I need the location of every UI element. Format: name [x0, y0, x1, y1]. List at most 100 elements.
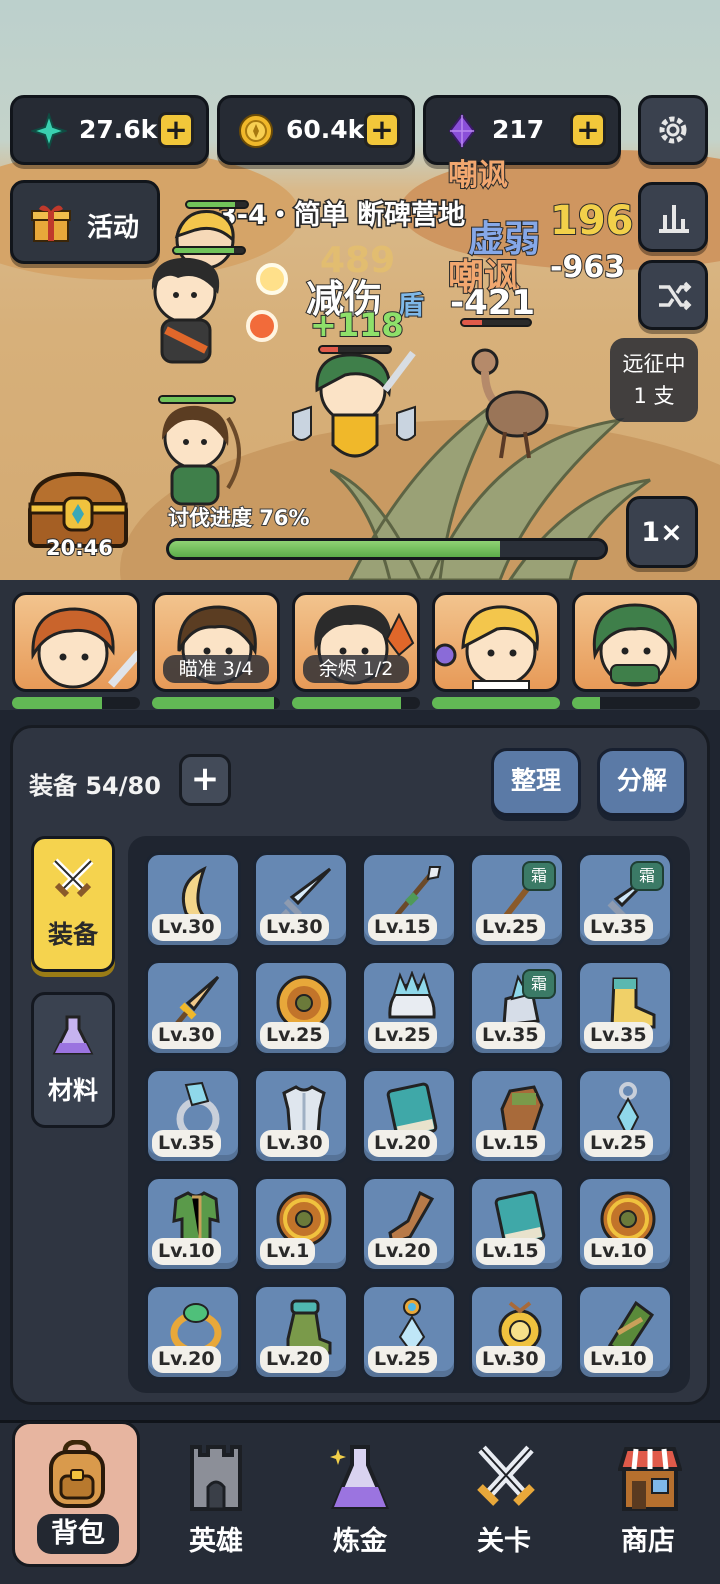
combat-text-damage: -421 — [449, 282, 536, 324]
equipment-slot[interactable]: Lv.1 — [253, 1176, 349, 1272]
nav-heroes-label: 英雄 — [189, 1526, 243, 1557]
item-level: Lv.15 — [476, 1130, 545, 1157]
nav-bag-label: 背包 — [37, 1514, 119, 1554]
item-level: Lv.35 — [584, 914, 653, 941]
equipment-slot[interactable]: Lv.20 — [253, 1284, 349, 1380]
item-level: Lv.10 — [584, 1238, 653, 1265]
equipment-slot[interactable]: Lv.35 霜 — [577, 852, 673, 948]
hero-sprite-fire-warrior[interactable] — [130, 250, 250, 370]
item-level: Lv.35 — [152, 1130, 221, 1157]
item-level: Lv.30 — [152, 914, 221, 941]
shop-storefront-icon — [618, 1447, 682, 1511]
auto-swap-button[interactable] — [638, 260, 708, 330]
hero-portrait-3[interactable]: 余烬 1/2 — [292, 592, 420, 692]
equipment-slot[interactable]: Lv.15 — [469, 1068, 565, 1164]
add-crystal-button[interactable]: + — [158, 112, 194, 148]
equipment-slot[interactable]: Lv.25 — [361, 1284, 457, 1380]
add-gem-button[interactable]: + — [570, 112, 606, 148]
tab-materials-label: 材料 — [47, 1076, 98, 1105]
combat-text-damage: 196 — [549, 197, 634, 245]
hero-face-blonde — [435, 605, 539, 689]
castle-tower-icon — [190, 1445, 242, 1511]
tab-equipment-label: 装备 — [47, 920, 98, 949]
stats-button[interactable] — [638, 182, 708, 252]
equipment-grid: Lv.30 Lv.30 Lv.15 Lv.25 霜 Lv.35 霜 Lv.30 Lv.25 Lv.… — [128, 836, 690, 1393]
combat-text-faded: 489 — [320, 240, 396, 281]
item-level: Lv.10 — [152, 1238, 221, 1265]
hero-portrait-4[interactable] — [432, 592, 560, 692]
equipment-count: 装备 54/80 — [29, 772, 161, 800]
equipment-slot[interactable]: Lv.30 — [469, 1284, 565, 1380]
nav-alchemy[interactable]: 炼金 — [288, 1423, 432, 1584]
stage-title: 3-4・简单 断碑营地 — [216, 199, 466, 233]
nav-shop-label: 商店 — [621, 1526, 675, 1557]
equipment-slot[interactable]: Lv.15 — [469, 1176, 565, 1272]
bar-chart-icon — [659, 205, 689, 233]
equipment-slot[interactable]: Lv.10 — [145, 1176, 241, 1272]
equipment-slot[interactable]: Lv.25 — [253, 960, 349, 1056]
equipment-slot[interactable]: Lv.15 — [361, 852, 457, 948]
hero-hp-bar — [432, 697, 560, 709]
party-roster: 瞄准 3/4 余烬 1/2 — [0, 580, 720, 710]
settings-button[interactable] — [638, 95, 708, 165]
equipment-slot[interactable]: Lv.30 — [253, 1068, 349, 1164]
salvage-button[interactable]: 分解 — [597, 748, 687, 816]
expedition-count: 1 支 — [633, 384, 675, 408]
equipment-slot[interactable]: Lv.35 霜 — [469, 960, 565, 1056]
nav-bag[interactable]: 背包 — [12, 1421, 140, 1567]
gift-icon — [31, 205, 71, 242]
frost-tag: 霜 — [522, 969, 556, 999]
equipment-slot[interactable]: Lv.30 — [145, 960, 241, 1056]
hero-portrait-5[interactable] — [572, 592, 700, 692]
hero-portrait-2[interactable]: 瞄准 3/4 — [152, 592, 280, 692]
nav-alchemy-label: 炼金 — [333, 1526, 387, 1557]
expedition-status[interactable]: 远征中 1 支 — [610, 338, 698, 422]
expand-capacity-button[interactable]: + — [179, 754, 231, 806]
item-level: Lv.20 — [368, 1238, 437, 1265]
equipment-slot[interactable]: Lv.30 — [253, 852, 349, 948]
gold-currency: 60.4k + — [217, 95, 415, 165]
equipment-slot[interactable]: Lv.25 — [577, 1068, 673, 1164]
nav-heroes[interactable]: 英雄 — [144, 1423, 288, 1584]
equipment-slot[interactable]: Lv.20 — [145, 1284, 241, 1380]
equipment-slot[interactable]: Lv.10 — [577, 1176, 673, 1272]
item-level: Lv.30 — [260, 914, 329, 941]
hero-hp-bar — [152, 697, 280, 709]
crystal-currency: 27.6k + — [10, 95, 209, 165]
alchemy-flask-icon — [330, 1445, 390, 1509]
hero-portrait-1[interactable] — [12, 592, 140, 692]
nav-stage[interactable]: 关卡 — [432, 1423, 576, 1584]
nav-shop[interactable]: 商店 — [576, 1423, 720, 1584]
item-level: Lv.20 — [368, 1130, 437, 1157]
frost-tag: 霜 — [630, 861, 664, 891]
backpack-icon — [49, 1440, 105, 1508]
sort-button[interactable]: 整理 — [491, 748, 581, 816]
hunt-progress-label: 讨伐进度 76% — [167, 505, 311, 531]
battle-scene: 27.6k + 60.4k + 217 + 活动 远征中 1 支 3-4・简单 … — [0, 0, 720, 580]
treasure-chest[interactable]: 20:46 — [24, 470, 134, 566]
equipment-slot[interactable]: Lv.25 霜 — [469, 852, 565, 948]
activity-label: 活动 — [87, 213, 140, 243]
inventory-panel: 装备 54/80 + 整理 分解 装备 材料 Lv.30 Lv.30 Lv.15 Lv… — [10, 725, 710, 1405]
item-level: Lv.25 — [476, 914, 545, 941]
tab-equipment[interactable]: 装备 — [31, 836, 115, 972]
hero-sprite-archer[interactable] — [140, 398, 250, 508]
equipment-slot[interactable]: Lv.25 — [361, 960, 457, 1056]
hero-sprite-shield-knight[interactable] — [285, 345, 425, 470]
equipment-slot[interactable]: Lv.35 — [577, 960, 673, 1056]
equipment-slot[interactable]: Lv.10 — [577, 1284, 673, 1380]
item-level: Lv.15 — [476, 1238, 545, 1265]
equipment-slot[interactable]: Lv.30 — [145, 852, 241, 948]
equipment-slot[interactable]: Lv.20 — [361, 1068, 457, 1164]
add-gold-button[interactable]: + — [364, 112, 400, 148]
item-level: Lv.25 — [368, 1346, 437, 1373]
equipment-slot[interactable]: Lv.20 — [361, 1176, 457, 1272]
enemy-sprite-ostrich[interactable] — [455, 340, 555, 460]
coin-icon — [239, 114, 273, 148]
item-level: Lv.25 — [584, 1130, 653, 1157]
tab-materials[interactable]: 材料 — [31, 992, 115, 1128]
speed-button[interactable]: 1× — [626, 496, 698, 568]
hero-face-redhair — [31, 607, 137, 689]
potion-flask-icon — [52, 1015, 94, 1055]
equipment-slot[interactable]: Lv.35 — [145, 1068, 241, 1164]
